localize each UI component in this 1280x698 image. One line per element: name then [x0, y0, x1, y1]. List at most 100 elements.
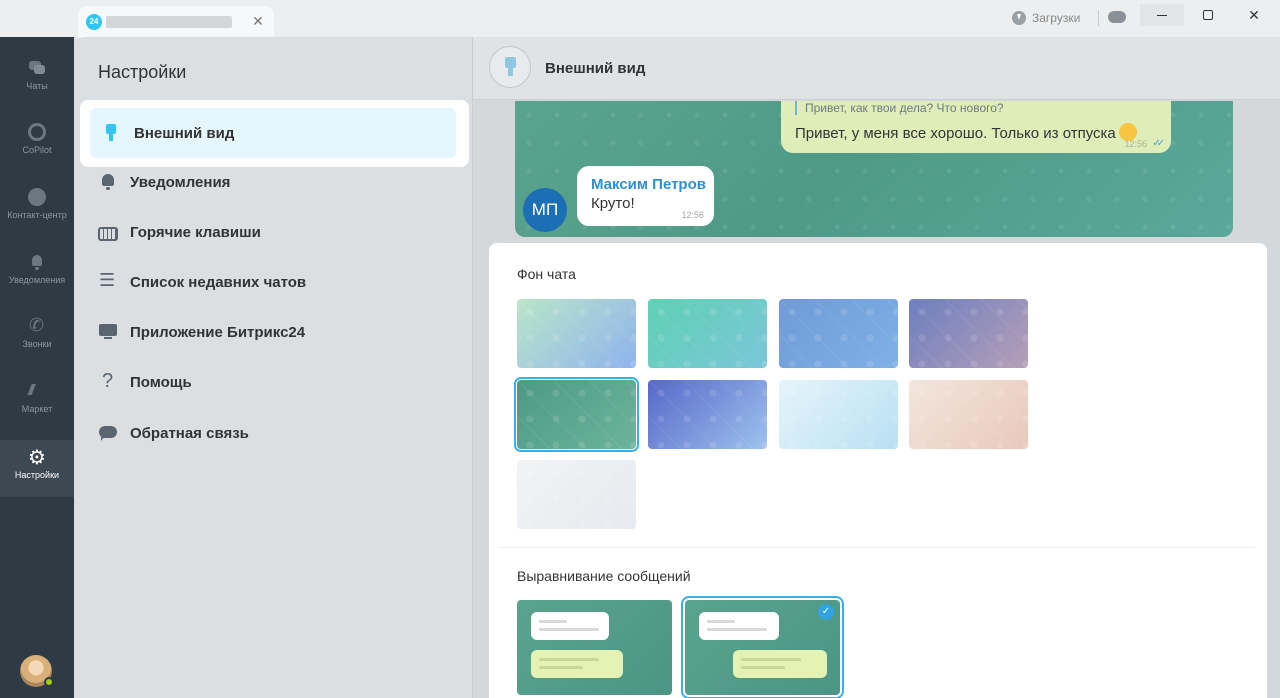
sidebar-item-copilot[interactable]: CoPilot — [0, 115, 74, 171]
sender-name: Максим Петров — [591, 176, 706, 193]
cloud-icon[interactable] — [1108, 11, 1126, 23]
maximize-button[interactable] — [1186, 4, 1230, 26]
list-icon — [98, 270, 118, 292]
chat-preview: Привет, как твои дела? Что нового? Приве… — [515, 101, 1233, 237]
menu-item-notifications[interactable]: Уведомления — [98, 170, 230, 194]
downloads-label: Загрузки — [1032, 11, 1081, 25]
brush-icon — [489, 46, 531, 88]
alignment-option-left[interactable] — [517, 600, 672, 695]
monitor-icon — [98, 322, 118, 342]
sidebar-item-label: Маркет — [21, 404, 53, 414]
menu-item-label: Горячие клавиши — [130, 223, 261, 241]
mini-line — [539, 620, 567, 623]
mini-line — [741, 658, 801, 661]
user-avatar[interactable] — [20, 655, 54, 687]
minimize-icon — [1157, 14, 1167, 16]
background-option-9[interactable] — [517, 460, 636, 529]
menu-item-recent-chats[interactable]: Список недавних чатов — [98, 270, 306, 294]
sidebar-item-settings[interactable]: Настройки — [0, 440, 74, 497]
phone-icon — [28, 315, 46, 336]
bell-icon — [28, 253, 46, 271]
close-tab-icon[interactable]: ✕ — [250, 12, 266, 30]
brush-icon — [102, 123, 122, 143]
page-title: Настройки — [98, 62, 187, 82]
appearance-options-card: Фон чата Выравнивание сообщений ✓ — [489, 243, 1267, 698]
close-icon: ✕ — [1248, 6, 1260, 23]
menu-item-appearance[interactable]: Внешний вид — [80, 100, 469, 167]
downloads-button[interactable]: Загрузки — [1012, 8, 1080, 28]
maximize-icon — [1203, 10, 1213, 20]
browser-tab[interactable]: 24 ✕ — [78, 6, 274, 38]
menu-item-label: Помощь — [130, 373, 192, 391]
close-window-button[interactable]: ✕ — [1232, 4, 1276, 26]
mini-outgoing-bubble — [531, 650, 623, 678]
mini-line — [539, 666, 583, 669]
background-option-7[interactable] — [779, 380, 898, 449]
content-header: Внешний вид — [473, 37, 1280, 100]
app-sidebar: Чаты CoPilot Контакт-центр Уведомления З… — [0, 37, 74, 698]
bell-icon — [98, 172, 118, 192]
background-option-6[interactable] — [648, 380, 767, 449]
sidebar-item-market[interactable]: Маркет — [0, 374, 74, 430]
chats-icon — [28, 59, 46, 77]
background-option-4[interactable] — [909, 299, 1028, 368]
message-time: 12:56 — [681, 210, 704, 220]
menu-item-label: Приложение Битрикс24 — [130, 323, 306, 341]
sidebar-item-notifications[interactable]: Уведомления — [0, 245, 74, 301]
sidebar-item-contact-center[interactable]: Контакт-центр — [0, 180, 74, 236]
keyboard-icon — [98, 226, 118, 241]
menu-item-label: Список недавних чатов — [130, 273, 307, 291]
outgoing-message: Привет, как твои дела? Что нового? Приве… — [781, 101, 1171, 153]
copilot-icon — [28, 123, 46, 141]
quoted-message: Привет, как твои дела? Что нового? — [795, 101, 1004, 115]
alignment-option-split[interactable]: ✓ — [681, 596, 844, 698]
minimize-button[interactable] — [1140, 4, 1184, 26]
sidebar-item-label: Контакт-центр — [7, 210, 67, 220]
mini-incoming-bubble — [699, 612, 779, 640]
mini-incoming-bubble — [531, 612, 609, 640]
gear-icon — [28, 445, 46, 470]
menu-item-hotkeys[interactable]: Горячие клавиши — [98, 220, 261, 244]
tab-title-redacted — [106, 16, 232, 28]
read-check-icon: ✓✓ — [1152, 138, 1165, 149]
avatar: МП — [523, 188, 567, 232]
sidebar-item-label: Уведомления — [8, 275, 66, 285]
check-icon: ✓ — [818, 604, 834, 620]
sidebar-item-label: Настройки — [14, 470, 60, 480]
message-time: 12:56 — [1124, 139, 1147, 149]
incoming-message-text: Круто! — [591, 195, 635, 212]
market-icon — [28, 382, 46, 400]
incoming-message: Максим Петров Круто! 12:56 — [577, 166, 714, 226]
titlebar-separator — [1098, 10, 1099, 26]
menu-item-bitrix24-app[interactable]: Приложение Битрикс24 — [98, 320, 305, 344]
section-divider — [499, 547, 1255, 548]
sidebar-item-label: Звонки — [22, 339, 52, 349]
background-option-8[interactable] — [909, 380, 1028, 449]
mini-line — [539, 628, 599, 631]
menu-item-label: Обратная связь — [130, 424, 249, 442]
background-option-3[interactable] — [779, 299, 898, 368]
section-title: Внешний вид — [545, 60, 646, 77]
sidebar-item-label: CoPilot — [22, 145, 52, 155]
sidebar-item-label: Чаты — [26, 81, 48, 91]
alignment-section-title: Выравнивание сообщений — [517, 568, 691, 584]
mini-line — [707, 620, 735, 623]
background-option-5[interactable] — [514, 377, 639, 452]
help-icon — [98, 370, 118, 393]
background-option-1[interactable] — [517, 299, 636, 368]
download-icon — [1012, 11, 1026, 25]
menu-item-feedback[interactable]: Обратная связь — [98, 421, 249, 445]
sidebar-item-calls[interactable]: Звонки — [0, 309, 74, 365]
menu-item-help[interactable]: Помощь — [98, 370, 192, 394]
background-option-2[interactable] — [648, 299, 767, 368]
mini-line — [707, 628, 767, 631]
outgoing-message-text: Привет, у меня все хорошо. Только из отп… — [795, 123, 1137, 142]
mini-line — [741, 666, 785, 669]
menu-item-label: Уведомления — [130, 173, 231, 191]
mini-line — [539, 658, 599, 661]
sidebar-item-chats[interactable]: Чаты — [0, 51, 74, 107]
appearance-settings: Внешний вид Привет, как твои дела? Что н… — [472, 37, 1280, 698]
online-status-dot — [44, 677, 54, 687]
contact-center-icon — [28, 188, 46, 206]
background-section-title: Фон чата — [517, 266, 576, 282]
